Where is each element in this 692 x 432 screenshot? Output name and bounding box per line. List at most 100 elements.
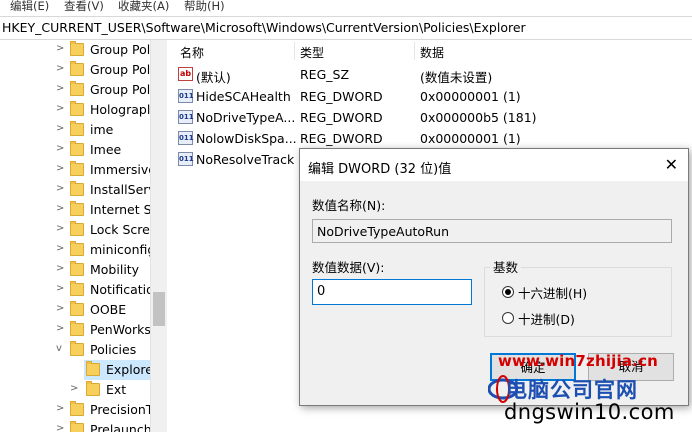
- chevron-right-icon[interactable]: >: [56, 403, 66, 415]
- tree-item-explorer-selected[interactable]: Explore: [84, 360, 150, 380]
- column-data[interactable]: 数据: [420, 44, 444, 61]
- chevron-right-icon[interactable]: >: [70, 383, 80, 395]
- address-bar[interactable]: HKEY_CURRENT_USER\Software\Microsoft\Win…: [0, 16, 692, 40]
- dialog-title: 编辑 DWORD (32 位)值: [308, 162, 452, 177]
- value-row[interactable]: 011 NoDriveTypeA... REG_DWORD 0x000000b5…: [172, 107, 692, 128]
- tree-item[interactable]: > OOBE: [0, 300, 150, 320]
- chevron-right-icon[interactable]: >: [56, 83, 66, 95]
- value-data-label: 数值数据(V):: [312, 260, 385, 275]
- chevron-right-icon[interactable]: >: [56, 283, 66, 295]
- dec-radio-label[interactable]: 十进制(D): [518, 309, 575, 328]
- tree-item-label: Immersive: [90, 162, 150, 177]
- chevron-right-icon[interactable]: >: [56, 43, 66, 55]
- tree-item-policies[interactable]: v Policies: [0, 340, 150, 360]
- tree-item[interactable]: > InstallServ: [0, 180, 150, 200]
- value-type: REG_SZ: [300, 67, 350, 82]
- folder-icon: [70, 401, 84, 416]
- folder-icon: [70, 201, 84, 216]
- tree-item-label: Holograpl: [90, 102, 150, 117]
- tree-scrollbar[interactable]: [150, 40, 167, 432]
- folder-icon: [70, 101, 84, 116]
- tree-item-label: ime: [90, 122, 114, 137]
- hex-radio[interactable]: [502, 286, 514, 298]
- tree-item[interactable]: > Group Pol: [0, 80, 150, 100]
- value-row[interactable]: 011 HideSCAHealth REG_DWORD 0x00000001 (…: [172, 86, 692, 107]
- column-name[interactable]: 名称: [180, 44, 204, 61]
- tree-item[interactable]: > Group Pol: [0, 60, 150, 80]
- folder-icon: [70, 161, 84, 176]
- menu-favorites[interactable]: 收藏夹(A): [118, 0, 169, 14]
- chevron-right-icon[interactable]: >: [56, 163, 66, 175]
- tree-item-label: Group Pol: [90, 82, 150, 97]
- tree-item[interactable]: > Ext: [0, 380, 150, 400]
- binary-value-icon: 011: [178, 131, 194, 145]
- value-row[interactable]: ab (默认) REG_SZ (数值未设置): [172, 64, 692, 85]
- value-type: REG_DWORD: [300, 89, 383, 104]
- tree-item[interactable]: > Internet Se: [0, 200, 150, 220]
- menu-view[interactable]: 查看(V): [64, 0, 104, 14]
- tree-item[interactable]: > ime: [0, 120, 150, 140]
- binary-value-icon: 011: [178, 152, 194, 166]
- folder-icon: [70, 321, 84, 336]
- tree-item-label: Group Pol: [90, 62, 150, 77]
- close-icon[interactable]: ✕: [665, 155, 678, 174]
- chevron-right-icon[interactable]: >: [56, 143, 66, 155]
- binary-value-icon: 011: [178, 110, 194, 124]
- tree-item[interactable]: > Group Pol: [0, 40, 150, 60]
- tree-item[interactable]: > Lock Scree: [0, 220, 150, 240]
- chevron-right-icon[interactable]: >: [56, 203, 66, 215]
- value-type: REG_DWORD: [300, 131, 383, 146]
- watermark-url: www.win7zhijia.cn: [498, 352, 659, 370]
- string-value-icon: ab: [178, 67, 193, 81]
- chevron-right-icon[interactable]: >: [56, 223, 66, 235]
- tree-item[interactable]: > Imee: [0, 140, 150, 160]
- tree-item-label: PrecisionT: [90, 402, 150, 417]
- chevron-right-icon[interactable]: >: [56, 303, 66, 315]
- chevron-down-icon[interactable]: v: [56, 343, 66, 355]
- binary-value-icon: 011: [178, 89, 194, 103]
- menu-help[interactable]: 帮助(H): [184, 0, 225, 14]
- column-divider[interactable]: [414, 42, 415, 60]
- chevron-right-icon[interactable]: >: [56, 243, 66, 255]
- value-name: NoResolveTrack: [196, 152, 295, 167]
- folder-icon: [70, 241, 84, 256]
- hex-radio-label[interactable]: 十六进制(H): [518, 283, 587, 302]
- column-divider[interactable]: [294, 42, 295, 60]
- chevron-right-icon[interactable]: >: [56, 263, 66, 275]
- value-data-input[interactable]: 0: [312, 279, 472, 305]
- tree-item[interactable]: > Prelaunch: [0, 420, 150, 432]
- tree-item[interactable]: > Mobility: [0, 260, 150, 280]
- tree-item[interactable]: > Holograpl: [0, 100, 150, 120]
- tree-item[interactable]: > Immersive: [0, 160, 150, 180]
- tree-item[interactable]: > Notificatio: [0, 280, 150, 300]
- chevron-right-icon[interactable]: >: [56, 183, 66, 195]
- folder-icon: [70, 121, 84, 136]
- menu-bar: 编辑(E) 查看(V) 收藏夹(A) 帮助(H): [0, 0, 692, 14]
- folder-icon: [86, 381, 100, 396]
- menu-edit[interactable]: 编辑(E): [10, 0, 49, 14]
- tree-item-label: Mobility: [90, 262, 140, 277]
- tree-item-label: Notificatio: [90, 282, 150, 297]
- folder-icon: [70, 221, 84, 236]
- tree-item[interactable]: > miniconfig: [0, 240, 150, 260]
- registry-tree: > Group Pol > Group Pol > Group Pol > Ho…: [0, 40, 150, 432]
- chevron-right-icon[interactable]: >: [56, 63, 66, 75]
- dec-radio[interactable]: [502, 312, 514, 324]
- chevron-right-icon[interactable]: >: [56, 123, 66, 135]
- tree-item-label: InstallServ: [90, 182, 150, 197]
- tree-item[interactable]: > PrecisionT: [0, 400, 150, 420]
- folder-icon: [70, 141, 84, 156]
- value-name: HideSCAHealth: [196, 89, 291, 104]
- value-row[interactable]: 011 NolowDiskSpa... REG_DWORD 0x00000001…: [172, 128, 692, 149]
- scrollbar-thumb[interactable]: [153, 292, 165, 326]
- list-header: 名称 类型 数据: [172, 40, 692, 62]
- chevron-right-icon[interactable]: >: [56, 423, 66, 432]
- column-type[interactable]: 类型: [300, 44, 324, 61]
- tree-item[interactable]: > PenWorks: [0, 320, 150, 340]
- tree-item-label: miniconfig: [90, 242, 150, 257]
- chevron-right-icon[interactable]: >: [56, 323, 66, 335]
- value-name-field: NoDriveTypeAutoRun: [312, 219, 672, 243]
- value-type: REG_DWORD: [300, 110, 383, 125]
- chevron-right-icon[interactable]: >: [56, 103, 66, 115]
- folder-icon: [70, 81, 84, 96]
